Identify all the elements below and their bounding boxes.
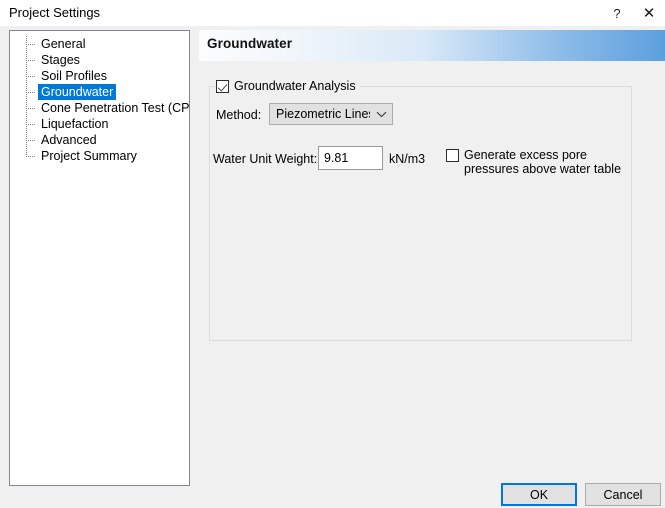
tree-connector-icon: [22, 116, 38, 132]
tree-connector-icon: [22, 132, 38, 148]
method-selected-value: Piezometric Lines: [270, 107, 370, 121]
window-title: Project Settings: [9, 4, 100, 21]
sidebar-item-project-summary[interactable]: Project Summary: [10, 148, 189, 164]
sidebar-item-label: Project Summary: [38, 148, 140, 164]
excess-pore-label-line1: Generate excess pore: [464, 148, 621, 162]
close-icon[interactable]: ✕: [633, 0, 665, 26]
sidebar-item-groundwater[interactable]: Groundwater: [10, 84, 189, 100]
method-select[interactable]: Piezometric Lines: [269, 103, 393, 125]
page-title: Groundwater: [207, 36, 292, 51]
sidebar-item-label: General: [38, 36, 88, 52]
chevron-down-icon: [370, 111, 392, 118]
water-unit-weight-unit: kN/m3: [389, 152, 425, 167]
help-icon[interactable]: ?: [601, 0, 633, 26]
pane-header: Groundwater: [199, 30, 665, 61]
groundwater-analysis-label: Groundwater Analysis: [234, 79, 356, 93]
sidebar-item-label: Soil Profiles: [38, 68, 110, 84]
sidebar-item-stages[interactable]: Stages: [10, 52, 189, 68]
window-controls: ? ✕: [601, 0, 665, 26]
sidebar-item-label: Advanced: [38, 132, 100, 148]
sidebar-item-label: Liquefaction: [38, 116, 111, 132]
sidebar-item-advanced[interactable]: Advanced: [10, 132, 189, 148]
water-unit-weight-input[interactable]: [318, 146, 383, 170]
sidebar-item-liquefaction[interactable]: Liquefaction: [10, 116, 189, 132]
water-unit-weight-label: Water Unit Weight:: [213, 152, 317, 167]
settings-tree-list: General Stages Soil Profiles Groundwater…: [10, 36, 189, 164]
tree-connector-icon: [22, 52, 38, 68]
tree-connector-icon: [22, 68, 38, 84]
tree-connector-icon: [22, 100, 38, 116]
sidebar-item-cone-penetration-test[interactable]: Cone Penetration Test (CPT): [10, 100, 189, 116]
sidebar-item-soil-profiles[interactable]: Soil Profiles: [10, 68, 189, 84]
checkbox-checked-icon: [216, 80, 229, 93]
sidebar-item-general[interactable]: General: [10, 36, 189, 52]
settings-tree-panel[interactable]: General Stages Soil Profiles Groundwater…: [9, 30, 190, 486]
sidebar-item-label: Cone Penetration Test (CPT): [38, 100, 190, 116]
generate-excess-pore-pressures-label: Generate excess pore pressures above wat…: [464, 148, 621, 176]
sidebar-item-label: Stages: [38, 52, 83, 68]
excess-pore-label-line2: pressures above water table: [464, 162, 621, 176]
ok-button[interactable]: OK: [501, 483, 577, 506]
tree-connector-icon: [22, 84, 38, 100]
groundwater-analysis-checkbox[interactable]: Groundwater Analysis: [216, 79, 360, 93]
title-bar: Project Settings ? ✕: [0, 0, 665, 26]
tree-connector-icon: [22, 148, 38, 164]
cancel-button[interactable]: Cancel: [585, 483, 661, 506]
generate-excess-pore-pressures-checkbox[interactable]: Generate excess pore pressures above wat…: [446, 148, 621, 176]
method-label: Method:: [216, 108, 261, 123]
checkbox-unchecked-icon: [446, 149, 459, 162]
tree-connector-icon: [22, 36, 38, 52]
sidebar-item-label: Groundwater: [38, 84, 116, 100]
